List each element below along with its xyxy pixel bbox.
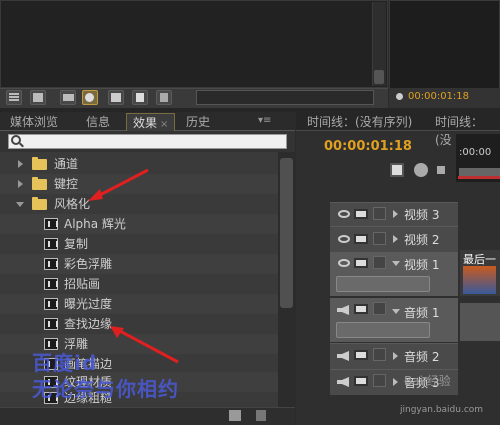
tab-timeline[interactable]: 时间线：(没有序列) bbox=[300, 113, 419, 131]
chevron-down-icon[interactable] bbox=[392, 261, 400, 266]
lock-icon[interactable] bbox=[373, 207, 386, 220]
effect-item[interactable]: 曝光过度 bbox=[0, 294, 278, 314]
track-label: 视频 2 bbox=[404, 233, 440, 247]
sync-icon[interactable] bbox=[354, 350, 368, 360]
folder-icon bbox=[32, 177, 47, 190]
track-label: 视频 1 bbox=[404, 258, 440, 272]
clip-title: 最后一 bbox=[463, 253, 496, 266]
list-view-icon[interactable] bbox=[6, 90, 22, 105]
clear-icon[interactable] bbox=[156, 90, 172, 105]
lock-icon[interactable] bbox=[373, 374, 386, 387]
snap-icon[interactable] bbox=[390, 163, 404, 177]
chevron-right-icon[interactable] bbox=[393, 210, 398, 218]
keyframe-controls[interactable] bbox=[336, 322, 430, 338]
project-hscrollbar[interactable] bbox=[196, 90, 374, 105]
chevron-right-icon[interactable] bbox=[393, 378, 398, 386]
new-bin-icon[interactable] bbox=[229, 410, 241, 421]
folder-item-stylize[interactable]: 风格化 bbox=[0, 194, 278, 214]
folder-icon bbox=[32, 197, 47, 210]
folder-item-keying[interactable]: 键控 bbox=[0, 174, 278, 194]
folder-label: 通道 bbox=[54, 157, 79, 171]
chevron-down-icon[interactable] bbox=[16, 202, 24, 207]
search-icon bbox=[11, 135, 21, 145]
folder-label: 键控 bbox=[54, 177, 79, 191]
folder-icon bbox=[32, 157, 47, 170]
film-icon[interactable] bbox=[354, 234, 368, 244]
chevron-right-icon[interactable] bbox=[18, 180, 23, 188]
trash-icon[interactable] bbox=[256, 410, 266, 421]
chevron-right-icon[interactable] bbox=[18, 160, 23, 168]
project-panel bbox=[0, 0, 388, 88]
effect-item[interactable]: 彩色浮雕 bbox=[0, 254, 278, 274]
audio-clip[interactable] bbox=[460, 303, 500, 341]
effect-icon bbox=[44, 318, 58, 330]
film-icon[interactable] bbox=[354, 258, 368, 268]
effect-icon bbox=[44, 298, 58, 310]
marker-icon[interactable] bbox=[414, 163, 428, 177]
track-label: 视频 3 bbox=[404, 208, 440, 222]
effects-bottom-bar bbox=[0, 407, 295, 425]
eye-icon[interactable] bbox=[338, 259, 350, 267]
track-label: 音频 1 bbox=[404, 306, 440, 320]
automate-icon[interactable] bbox=[60, 90, 76, 105]
chevron-right-icon[interactable] bbox=[393, 352, 398, 360]
tab-info[interactable]: 信息 bbox=[80, 113, 116, 131]
home-icon[interactable] bbox=[437, 166, 445, 174]
timeline-timecode[interactable]: 00:00:01:18 bbox=[324, 139, 412, 154]
sync-icon[interactable] bbox=[354, 376, 368, 386]
clip-thumbnail bbox=[463, 266, 496, 294]
icon-view-icon[interactable] bbox=[30, 90, 46, 105]
new-item-icon[interactable] bbox=[132, 90, 148, 105]
lock-icon[interactable] bbox=[373, 348, 386, 361]
project-scroll-thumb[interactable] bbox=[374, 70, 384, 84]
chevron-right-icon[interactable] bbox=[393, 235, 398, 243]
folder-icon[interactable] bbox=[108, 90, 124, 105]
effect-icon bbox=[44, 278, 58, 290]
keyframe-controls[interactable] bbox=[336, 276, 430, 292]
track-label: 音频 2 bbox=[404, 350, 440, 364]
monitor-timecode[interactable]: 00:00:01:18 bbox=[408, 91, 469, 102]
close-icon[interactable]: × bbox=[160, 119, 168, 130]
chevron-down-icon[interactable] bbox=[392, 309, 400, 314]
tab-timeline-2[interactable]: 时间线：(没 bbox=[428, 113, 500, 147]
film-icon[interactable] bbox=[354, 209, 368, 219]
effect-item[interactable]: 查找边缘 bbox=[0, 314, 278, 334]
marker-icon[interactable] bbox=[396, 93, 403, 100]
tab-media-browser[interactable]: 媒体浏览 bbox=[4, 113, 64, 131]
effect-item[interactable]: 复制 bbox=[0, 234, 278, 254]
folder-label: 风格化 bbox=[54, 197, 91, 211]
baidu-logo: Bai 经验 bbox=[404, 374, 451, 388]
effect-item[interactable]: Alpha 辉光 bbox=[0, 214, 278, 234]
folder-item-channel[interactable]: 通道 bbox=[0, 154, 278, 174]
effect-icon bbox=[44, 338, 58, 350]
eye-icon[interactable] bbox=[338, 210, 350, 218]
effect-item[interactable]: 招贴画 bbox=[0, 274, 278, 294]
lock-icon[interactable] bbox=[373, 256, 386, 269]
render-bar bbox=[458, 176, 500, 179]
watermark-url: jingyan.baidu.com bbox=[400, 405, 484, 415]
effect-icon bbox=[44, 238, 58, 250]
tab-effects[interactable]: 效果 × bbox=[126, 113, 176, 131]
sync-icon[interactable] bbox=[354, 304, 368, 314]
tab-history[interactable]: 历史 bbox=[180, 113, 216, 131]
effect-icon bbox=[44, 258, 58, 270]
panel-menu-icon[interactable]: ▾≡ bbox=[258, 115, 271, 126]
effect-icon bbox=[44, 218, 58, 230]
lock-icon[interactable] bbox=[373, 232, 386, 245]
effects-search-input[interactable] bbox=[8, 134, 287, 149]
watermark-text: 百度id 无论奈与你相约 bbox=[32, 351, 179, 401]
eye-icon[interactable] bbox=[338, 235, 350, 243]
find-icon[interactable] bbox=[82, 90, 98, 105]
ruler-time-label: :00:00 bbox=[459, 147, 492, 158]
effects-scroll-thumb[interactable] bbox=[280, 158, 293, 308]
work-area-bar[interactable] bbox=[459, 168, 500, 176]
lock-icon[interactable] bbox=[373, 302, 386, 315]
